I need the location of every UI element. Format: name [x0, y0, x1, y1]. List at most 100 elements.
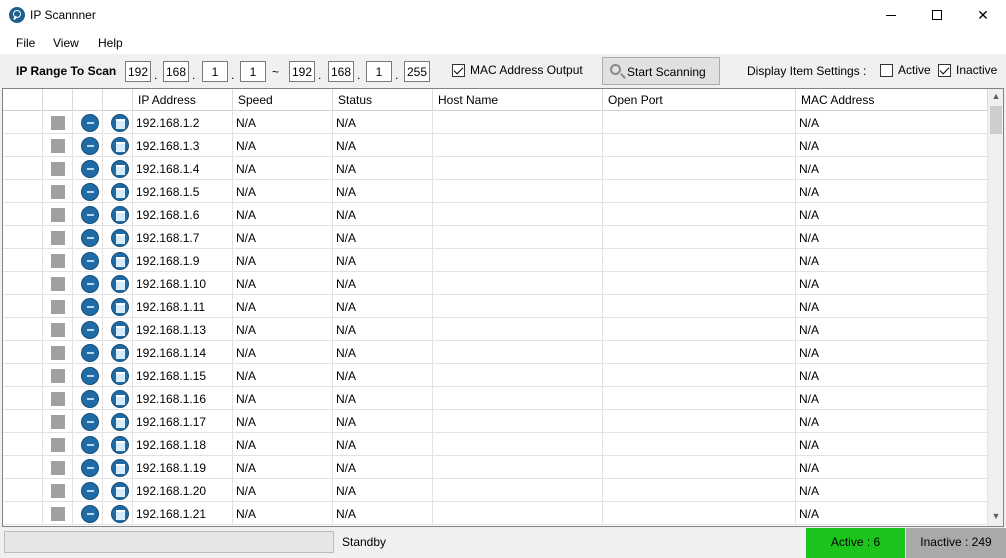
cell-open-port: [603, 387, 796, 410]
ping-icon[interactable]: [81, 206, 99, 224]
header-open-port[interactable]: Open Port: [603, 89, 796, 111]
cell-open-port: [603, 157, 796, 180]
cell-status: N/A: [333, 387, 433, 410]
ip-dot-separator: .: [357, 68, 361, 82]
start-ip-octet-4[interactable]: 1: [240, 61, 266, 82]
ping-icon[interactable]: [81, 252, 99, 270]
ping-icon[interactable]: [81, 436, 99, 454]
menu-view[interactable]: View: [53, 36, 79, 50]
browser-icon[interactable]: [111, 114, 129, 132]
ping-icon[interactable]: [81, 160, 99, 178]
cell-host-name: [433, 456, 603, 479]
header-speed[interactable]: Speed: [233, 89, 333, 111]
table-row[interactable]: 192.168.1.5 N/A N/A N/A: [3, 180, 988, 203]
scroll-thumb[interactable]: [990, 106, 1002, 134]
row-indicator: [3, 479, 43, 502]
ping-icon[interactable]: [81, 413, 99, 431]
host-state-icon: [51, 139, 65, 153]
browser-icon[interactable]: [111, 436, 129, 454]
results-grid[interactable]: IP Address Speed Status Host Name Open P…: [2, 88, 1004, 527]
ping-icon[interactable]: [81, 367, 99, 385]
table-row[interactable]: 192.168.1.2 N/A N/A N/A: [3, 111, 988, 134]
active-filter-label: Active: [898, 63, 931, 77]
ping-icon[interactable]: [81, 298, 99, 316]
table-row[interactable]: 192.168.1.6 N/A N/A N/A: [3, 203, 988, 226]
ping-icon[interactable]: [81, 275, 99, 293]
browser-icon[interactable]: [111, 344, 129, 362]
end-ip-octet-4[interactable]: 255: [404, 61, 430, 82]
cell-mac-address: N/A: [796, 456, 988, 479]
table-row[interactable]: 192.168.1.10 N/A N/A N/A: [3, 272, 988, 295]
ping-icon[interactable]: [81, 344, 99, 362]
table-row[interactable]: 192.168.1.21 N/A N/A N/A: [3, 502, 988, 525]
ip-dot-separator: .: [318, 68, 322, 82]
ping-icon[interactable]: [81, 229, 99, 247]
start-ip-octet-2[interactable]: 168: [163, 61, 189, 82]
active-filter-checkbox[interactable]: [880, 64, 893, 77]
browser-icon[interactable]: [111, 252, 129, 270]
ping-icon[interactable]: [81, 137, 99, 155]
menu-help[interactable]: Help: [98, 36, 123, 50]
browser-icon[interactable]: [111, 413, 129, 431]
header-mac-address[interactable]: MAC Address: [796, 89, 988, 111]
ping-icon[interactable]: [81, 505, 99, 523]
start-scanning-button[interactable]: Start Scanning: [602, 57, 720, 85]
ping-icon[interactable]: [81, 183, 99, 201]
close-button[interactable]: ✕: [960, 0, 1006, 30]
table-row[interactable]: 192.168.1.18 N/A N/A N/A: [3, 433, 988, 456]
ping-icon[interactable]: [81, 114, 99, 132]
mac-output-checkbox[interactable]: [452, 64, 465, 77]
browser-icon[interactable]: [111, 321, 129, 339]
inactive-filter-checkbox[interactable]: [938, 64, 951, 77]
start-ip-octet-3[interactable]: 1: [202, 61, 228, 82]
table-row[interactable]: 192.168.1.9 N/A N/A N/A: [3, 249, 988, 272]
browser-icon[interactable]: [111, 505, 129, 523]
cell-open-port: [603, 272, 796, 295]
browser-icon[interactable]: [111, 298, 129, 316]
header-host-name[interactable]: Host Name: [433, 89, 603, 111]
scroll-down-icon[interactable]: ▼: [988, 511, 1003, 525]
maximize-button[interactable]: [914, 0, 960, 30]
ping-icon[interactable]: [81, 482, 99, 500]
header-ip-address[interactable]: IP Address: [133, 89, 233, 111]
table-row[interactable]: 192.168.1.4 N/A N/A N/A: [3, 157, 988, 180]
minimize-button[interactable]: [868, 0, 914, 30]
table-row[interactable]: 192.168.1.17 N/A N/A N/A: [3, 410, 988, 433]
table-row[interactable]: 192.168.1.3 N/A N/A N/A: [3, 134, 988, 157]
browser-icon[interactable]: [111, 160, 129, 178]
browser-icon[interactable]: [111, 390, 129, 408]
end-ip-octet-2[interactable]: 168: [328, 61, 354, 82]
ping-icon[interactable]: [81, 321, 99, 339]
browser-icon[interactable]: [111, 367, 129, 385]
browser-icon[interactable]: [111, 229, 129, 247]
browser-icon[interactable]: [111, 275, 129, 293]
browser-icon[interactable]: [111, 459, 129, 477]
cell-status: N/A: [333, 433, 433, 456]
ping-icon[interactable]: [81, 390, 99, 408]
table-row[interactable]: 192.168.1.16 N/A N/A N/A: [3, 387, 988, 410]
scroll-up-icon[interactable]: ▲: [988, 91, 1003, 105]
table-row[interactable]: 192.168.1.11 N/A N/A N/A: [3, 295, 988, 318]
header-status[interactable]: Status: [333, 89, 433, 111]
browser-icon[interactable]: [111, 137, 129, 155]
end-ip-octet-1[interactable]: 192: [289, 61, 315, 82]
browser-icon[interactable]: [111, 183, 129, 201]
menu-file[interactable]: File: [16, 36, 35, 50]
table-row[interactable]: 192.168.1.20 N/A N/A N/A: [3, 479, 988, 502]
host-state-icon: [51, 254, 65, 268]
ip-dot-separator: .: [154, 68, 158, 82]
end-ip-octet-3[interactable]: 1: [366, 61, 392, 82]
table-row[interactable]: 192.168.1.15 N/A N/A N/A: [3, 364, 988, 387]
table-row[interactable]: 192.168.1.7 N/A N/A N/A: [3, 226, 988, 249]
cell-open-port: [603, 433, 796, 456]
browser-icon[interactable]: [111, 206, 129, 224]
table-row[interactable]: 192.168.1.19 N/A N/A N/A: [3, 456, 988, 479]
cell-host-name: [433, 387, 603, 410]
table-row[interactable]: 192.168.1.13 N/A N/A N/A: [3, 318, 988, 341]
browser-icon[interactable]: [111, 482, 129, 500]
ping-icon[interactable]: [81, 459, 99, 477]
cell-mac-address: N/A: [796, 387, 988, 410]
table-row[interactable]: 192.168.1.14 N/A N/A N/A: [3, 341, 988, 364]
start-ip-octet-1[interactable]: 192: [125, 61, 151, 82]
vertical-scrollbar[interactable]: ▲ ▼: [988, 89, 1003, 526]
